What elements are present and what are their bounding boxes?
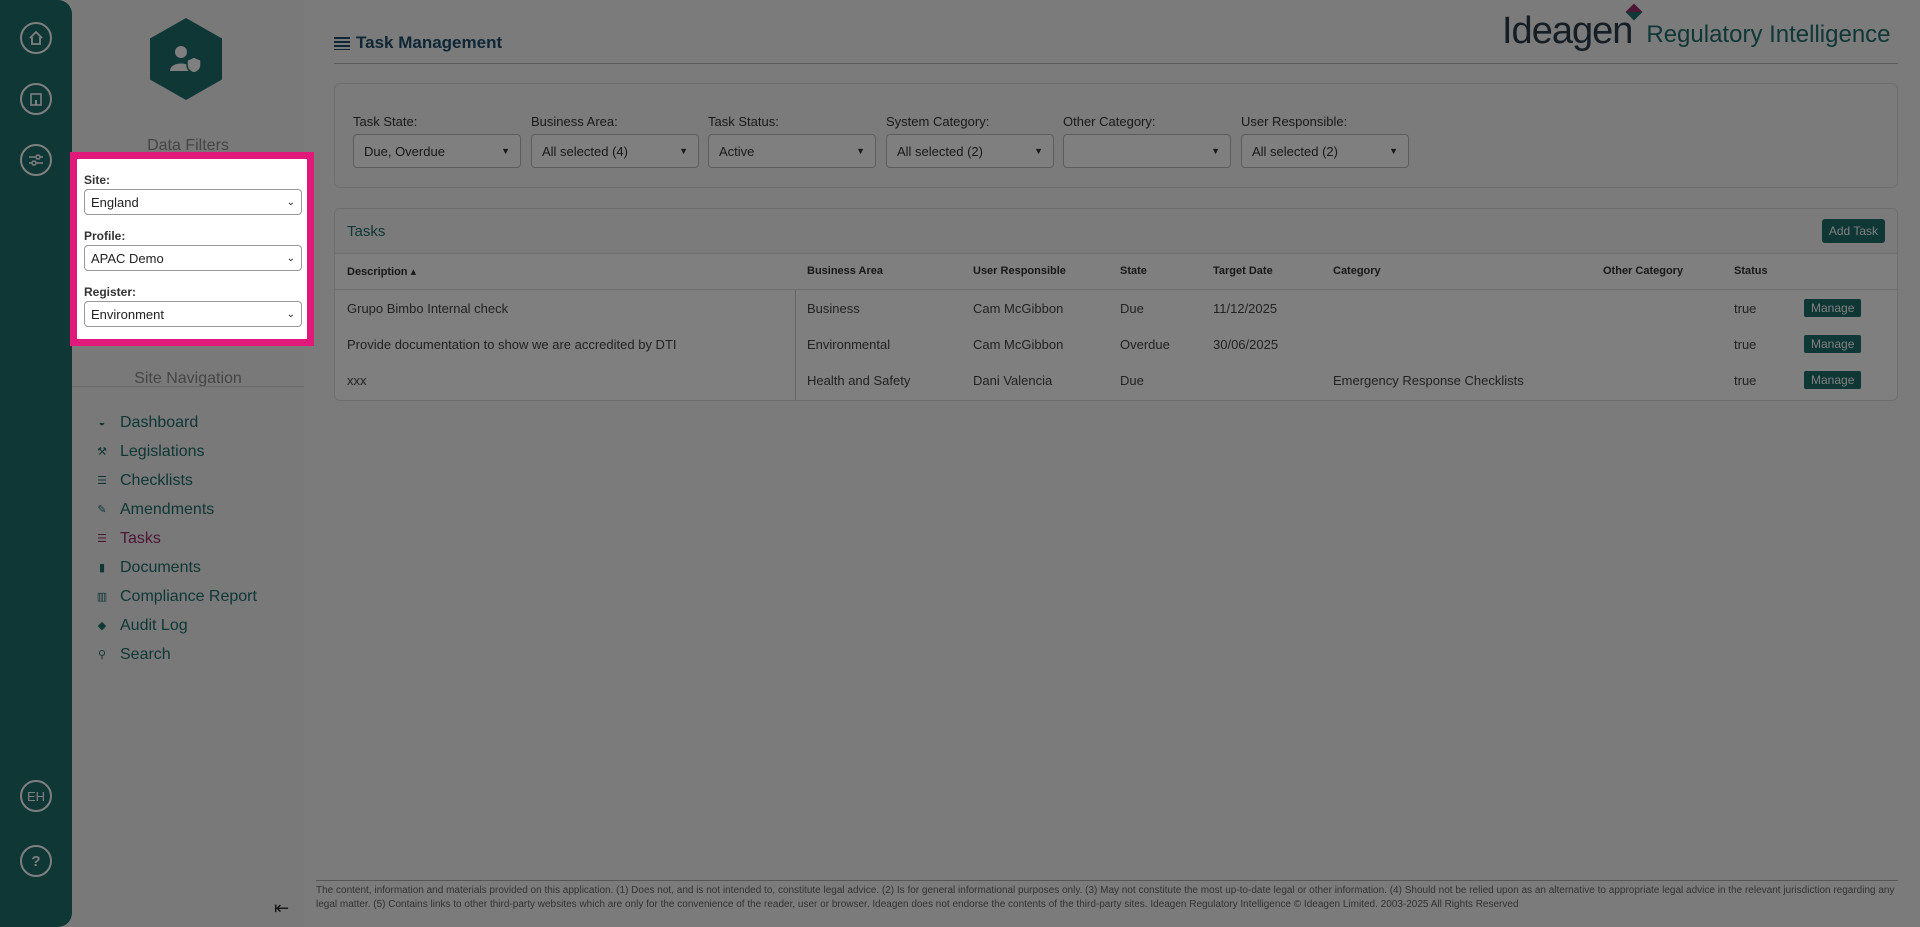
chevron-down-icon: ⌄: [286, 308, 295, 320]
site-filter: Site: England ⌄: [84, 173, 302, 215]
register-filter: Register: Environment ⌄: [84, 285, 302, 327]
chevron-down-icon: ⌄: [286, 252, 295, 264]
profile-filter: Profile: APAC Demo ⌄: [84, 229, 302, 271]
modal-overlay: [0, 0, 1920, 927]
profile-select[interactable]: APAC Demo ⌄: [84, 245, 302, 271]
register-select[interactable]: Environment ⌄: [84, 301, 302, 327]
data-filters-panel: Site: England ⌄ Profile: APAC Demo ⌄ Regis…: [70, 152, 314, 346]
chevron-down-icon: ⌄: [286, 196, 295, 208]
site-select[interactable]: England ⌄: [84, 189, 302, 215]
